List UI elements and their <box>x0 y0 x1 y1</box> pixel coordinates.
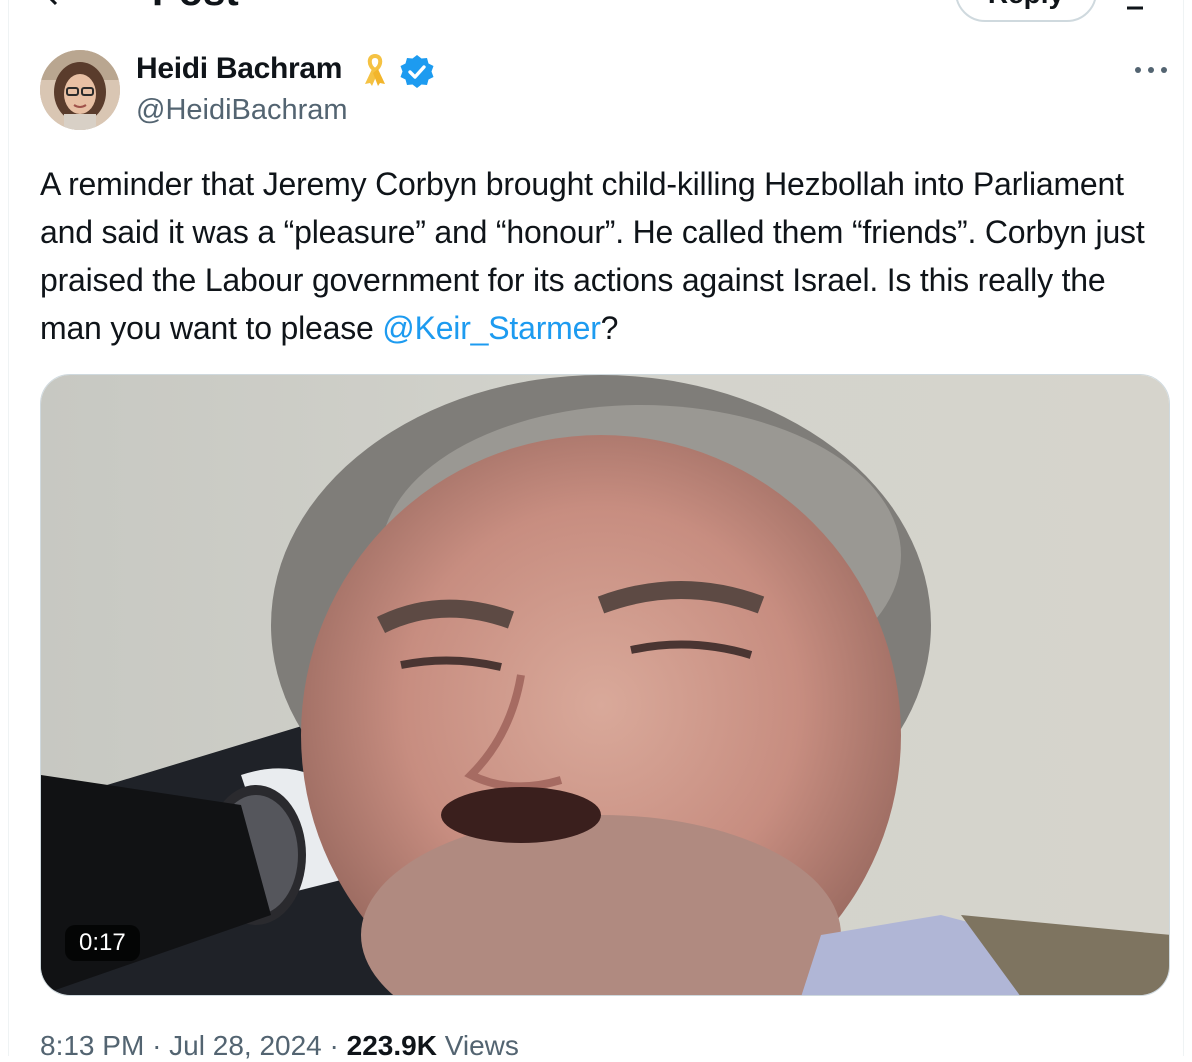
timeline-right-border <box>1183 0 1184 1056</box>
page-title: Post <box>152 0 239 15</box>
tweet-text: A reminder that Jeremy Corbyn brought ch… <box>40 160 1150 352</box>
reply-button[interactable]: Reply <box>955 0 1097 22</box>
video-thumbnail <box>41 375 1169 995</box>
author-name[interactable]: Heidi Bachram <box>136 52 342 86</box>
views-count: 223.9K <box>346 1030 437 1061</box>
tweet-text-end: ? <box>600 310 619 346</box>
post-time[interactable]: 8:13 PM <box>40 1030 144 1061</box>
post-meta: 8:13 PM · Jul 28, 2024 · 223.9K Views <box>40 1030 519 1062</box>
yellow-ribbon-icon <box>365 53 385 86</box>
arrow-left-icon[interactable] <box>44 0 74 8</box>
top-bar: Post Reply <box>0 0 1192 24</box>
avatar[interactable] <box>40 50 120 130</box>
expand-icon[interactable] <box>1117 0 1153 12</box>
meta-separator-2: · <box>329 1030 339 1061</box>
views-label: Views <box>444 1030 519 1061</box>
more-horizontal-icon[interactable] <box>1133 60 1169 80</box>
video-player[interactable]: 0:17 <box>40 374 1170 996</box>
mention-link[interactable]: @Keir_Starmer <box>382 310 601 346</box>
post-date[interactable]: Jul 28, 2024 <box>169 1030 322 1061</box>
video-duration-badge: 0:17 <box>65 925 140 961</box>
author-handle[interactable]: @HeidiBachram <box>136 94 348 127</box>
meta-separator: · <box>152 1030 162 1061</box>
timeline-left-border <box>8 0 9 1056</box>
verified-badge-icon[interactable] <box>399 54 435 90</box>
